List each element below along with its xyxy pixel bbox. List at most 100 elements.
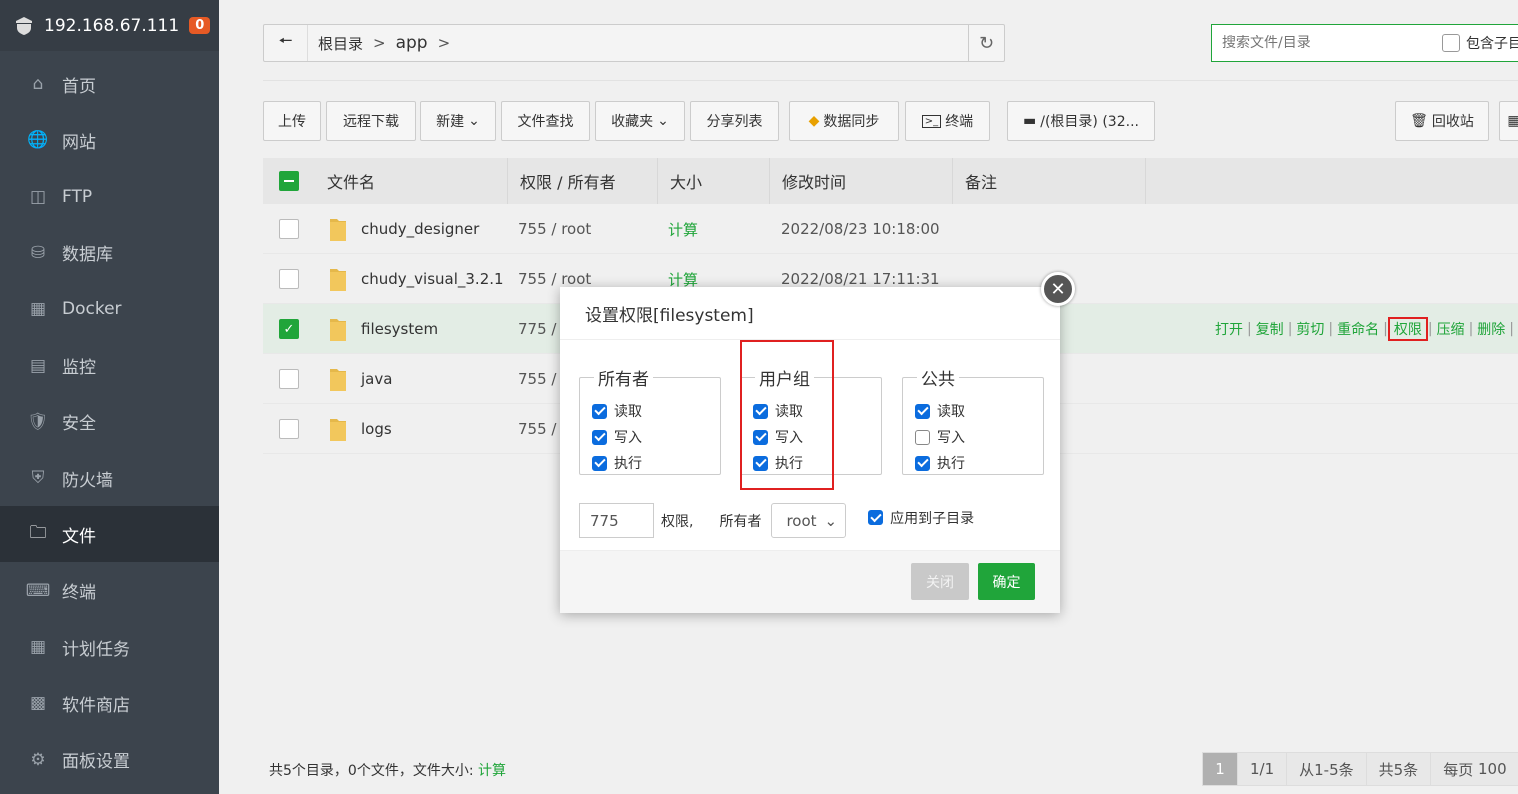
apply-subdir-checkbox[interactable] xyxy=(868,510,884,525)
file-name[interactable]: java xyxy=(361,370,392,388)
file-name[interactable]: chudy_visual_3.2.1 xyxy=(361,270,504,288)
sidebar-item[interactable]: ▦ 计划任务 xyxy=(0,619,219,675)
perm-option[interactable]: 执行 xyxy=(915,450,1031,476)
sidebar-item[interactable]: ⛁ 数据库 xyxy=(0,225,219,281)
file-name[interactable]: logs xyxy=(361,420,392,438)
sidebar-item[interactable]: ⌨ 终端 xyxy=(0,563,219,619)
perm-checkbox[interactable] xyxy=(592,403,607,419)
row-checkbox[interactable] xyxy=(279,419,299,439)
file-name[interactable]: filesystem xyxy=(361,320,438,338)
apps-icon: ▩ xyxy=(29,693,47,714)
sidebar-item[interactable]: ⌂ 首页 xyxy=(0,56,219,112)
perm-cell[interactable]: 775 / xyxy=(518,304,556,354)
include-subdir[interactable]: 包含子目 xyxy=(1442,33,1518,53)
perm-option[interactable]: 读取 xyxy=(915,398,1031,424)
perm-cell[interactable]: 755 / root xyxy=(518,204,591,254)
col-mtime[interactable]: 修改时间 xyxy=(770,158,953,204)
sidebar-item[interactable]: ⚙ 面板设置 xyxy=(0,732,219,788)
perm-option[interactable]: 写入 xyxy=(592,424,708,450)
recycle-bin-button[interactable]: 🗑 回收站 xyxy=(1395,101,1489,141)
perm-option[interactable]: 执行 xyxy=(592,450,708,476)
back-button[interactable]: 🠔 xyxy=(264,25,308,61)
mode-input[interactable]: 775 xyxy=(579,503,654,538)
folder-icon: 🗀 xyxy=(29,522,47,543)
row-checkbox[interactable]: ✓ xyxy=(279,319,299,339)
crumb-app[interactable]: app xyxy=(396,33,428,53)
owner-select[interactable]: root ⌄ xyxy=(771,503,847,538)
table-row[interactable]: chudy_designer 755 / root 计算 2022/08/23 10:… xyxy=(263,204,1518,254)
sidebar-item[interactable]: 🌐 网站 xyxy=(0,112,219,168)
row-checkbox[interactable] xyxy=(279,219,299,239)
sidebar-item-label: 网站 xyxy=(62,132,96,153)
crumb-root[interactable]: 根目录 xyxy=(318,33,363,54)
action-6[interactable]: 删除 xyxy=(1473,319,1509,339)
perm-checkbox[interactable] xyxy=(915,455,930,471)
sidebar-item[interactable]: ◫ FTP xyxy=(0,169,219,225)
select-all-checkbox[interactable] xyxy=(279,171,299,191)
col-perm[interactable]: 权限 / 所有者 xyxy=(508,158,658,204)
perm-checkbox[interactable] xyxy=(915,403,930,419)
apply-subdir[interactable]: 应用到子目录 xyxy=(868,508,974,528)
pager: 1 1/1 从1-5条 共5条 每页 100 xyxy=(1202,752,1518,786)
sidebar-item[interactable]: 🛡 安全 xyxy=(0,394,219,450)
remote-download-button[interactable]: 远程下载 xyxy=(326,101,416,141)
col-name[interactable]: 文件名 xyxy=(315,158,508,204)
notification-badge[interactable]: 0 xyxy=(189,17,211,34)
file-name-cell[interactable]: logs xyxy=(329,404,392,454)
summary-text: 共5个目录，0个文件，文件大小: xyxy=(269,763,474,779)
row-checkbox[interactable] xyxy=(279,369,299,389)
refresh-icon: ↻ xyxy=(978,32,995,54)
calc-size-link[interactable]: 计算 xyxy=(478,763,506,779)
file-name-cell[interactable]: java xyxy=(329,354,392,404)
page-current[interactable]: 1 xyxy=(1202,752,1238,786)
action-3[interactable]: 重命名 xyxy=(1333,319,1383,339)
share-list-button[interactable]: 分享列表 xyxy=(690,101,779,141)
disk-button[interactable]: ▬/(根目录) (32... xyxy=(1007,101,1155,141)
action-0[interactable]: 打开 xyxy=(1211,319,1247,339)
sidebar-item[interactable]: ⛨ 防火墙 xyxy=(0,450,219,506)
col-size[interactable]: 大小 xyxy=(658,158,770,204)
server-host: 192.168.67.111 xyxy=(44,15,180,36)
include-subdir-checkbox[interactable] xyxy=(1442,34,1460,52)
file-name-cell[interactable]: filesystem xyxy=(329,304,438,354)
perm-option[interactable]: 读取 xyxy=(592,398,708,424)
search-input[interactable] xyxy=(1222,35,1422,51)
sidebar-item[interactable]: 🗀 文件 xyxy=(0,506,219,563)
mode-row: 775 权限, 所有者 root ⌄ 应用到子目录 xyxy=(579,503,974,538)
sidebar-item[interactable]: ▦ Docker xyxy=(0,281,219,337)
folder-icon xyxy=(330,419,346,441)
perm-checkbox[interactable] xyxy=(592,455,607,471)
permission-dialog: 设置权限[filesystem] 所有者 读取 写入 执行 用户组 读取 写入 执行 公共 读取写… xyxy=(560,287,1060,613)
divider xyxy=(263,80,1518,81)
perm-option[interactable]: 写入 xyxy=(915,424,1031,450)
file-search-button[interactable]: 文件查找 xyxy=(501,101,590,141)
refresh-button[interactable]: ↻ xyxy=(968,25,1004,61)
confirm-button[interactable]: 确定 xyxy=(978,563,1035,600)
row-checkbox[interactable] xyxy=(279,269,299,289)
dialog-close-icon[interactable]: ✕ xyxy=(1041,272,1075,306)
action-2[interactable]: 剪切 xyxy=(1292,319,1328,339)
favorites-button[interactable]: 收藏夹 ⌄ xyxy=(595,101,685,141)
size-cell[interactable]: 计算 xyxy=(668,204,698,254)
action-4[interactable]: 权限 xyxy=(1387,317,1428,341)
sidebar-item[interactable]: ▩ 软件商店 xyxy=(0,675,219,731)
view-toggle-button[interactable]: ▦ xyxy=(1499,101,1518,141)
file-name-cell[interactable]: chudy_designer xyxy=(329,204,479,254)
file-name[interactable]: chudy_designer xyxy=(361,220,479,238)
perm-checkbox[interactable] xyxy=(592,429,607,445)
new-button[interactable]: 新建 ⌄ xyxy=(420,101,496,141)
action-5[interactable]: 压缩 xyxy=(1433,319,1469,339)
terminal-button[interactable]: >_ 终端 xyxy=(905,101,990,141)
perm-cell[interactable]: 755 / xyxy=(518,354,556,404)
crumb-sep: > xyxy=(373,34,386,52)
page-size[interactable]: 每页 100 xyxy=(1430,752,1518,786)
action-1[interactable]: 复制 xyxy=(1252,319,1288,339)
perm-cell[interactable]: 755 / xyxy=(518,404,556,454)
upload-button[interactable]: 上传 xyxy=(263,101,321,141)
perm-checkbox[interactable] xyxy=(915,429,930,445)
sidebar-item[interactable]: ▤ 监控 xyxy=(0,338,219,394)
close-button[interactable]: 关闭 xyxy=(911,563,969,600)
data-sync-button[interactable]: ◆ 数据同步 xyxy=(789,101,899,141)
sidebar-item-label: 文件 xyxy=(62,526,96,547)
file-name-cell[interactable]: chudy_visual_3.2.1 xyxy=(329,254,504,304)
